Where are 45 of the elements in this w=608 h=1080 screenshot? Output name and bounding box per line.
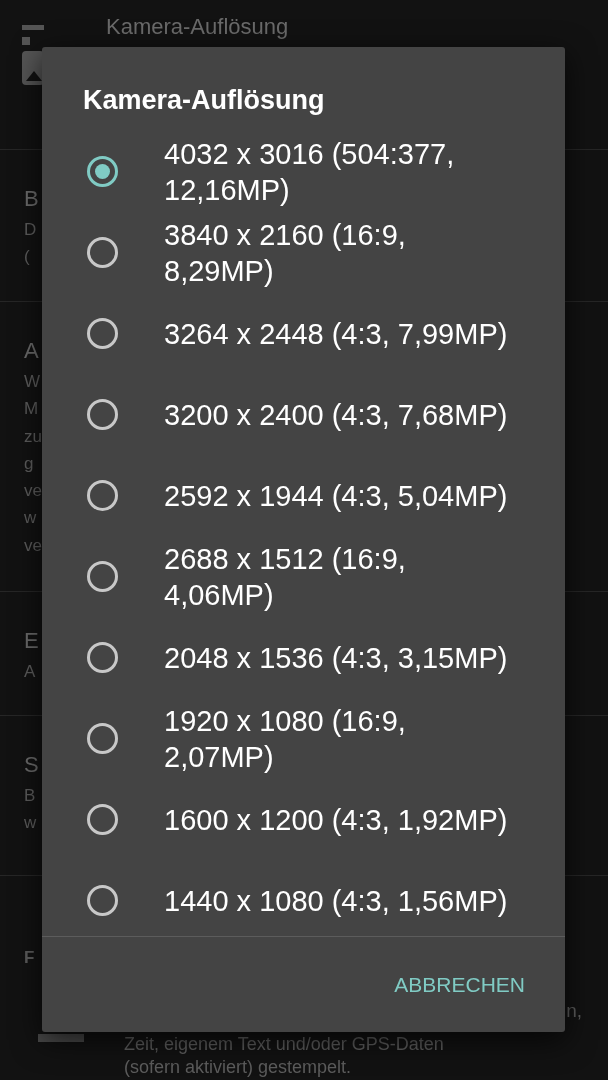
- radio-button[interactable]: [87, 480, 118, 511]
- setting-description: w: [24, 507, 37, 530]
- resolution-option[interactable]: 3200 x 2400 (4:3, 7,68MP): [164, 396, 516, 433]
- resolution-option[interactable]: 4032 x 3016 (504:377, 12,16MP): [164, 135, 516, 208]
- setting-title: Kamera-Auflösung: [106, 14, 289, 40]
- setting-description: ve: [24, 480, 42, 503]
- setting-description: D: [24, 219, 37, 241]
- resolution-option[interactable]: 3840 x 2160 (16:9, 8,29MP): [164, 216, 516, 289]
- setting-description: ve: [24, 534, 42, 557]
- setting-description: W: [24, 371, 41, 393]
- radio-button[interactable]: [87, 156, 118, 187]
- setting-description: A: [24, 661, 36, 683]
- radio-button[interactable]: [87, 237, 118, 268]
- resolution-option[interactable]: 2592 x 1944 (4:3, 5,04MP): [164, 477, 516, 514]
- setting-description: M: [24, 398, 39, 421]
- setting-icon: [38, 1034, 84, 1042]
- image-icon: [22, 25, 44, 85]
- radio-button[interactable]: [87, 723, 118, 754]
- radio-button[interactable]: [87, 642, 118, 673]
- setting-title: S: [24, 751, 39, 779]
- dialog-title: Kamera-Auflösung: [82, 84, 326, 117]
- radio-button[interactable]: [87, 318, 118, 349]
- resolution-option[interactable]: 1440 x 1080 (4:3, 1,56MP): [164, 882, 516, 919]
- cancel-button[interactable]: ABBRECHEN: [394, 966, 525, 1003]
- resolution-option[interactable]: 2048 x 1536 (4:3, 3,15MP): [164, 639, 516, 676]
- setting-title: A: [24, 337, 39, 365]
- setting-title: B: [24, 185, 39, 213]
- setting-description: B: [24, 785, 36, 807]
- resolution-option[interactable]: 1920 x 1080 (16:9, 2,07MP): [164, 702, 516, 775]
- setting-description: Zeit, eigenem Text und/oder GPS-Daten: [124, 1033, 444, 1056]
- setting-description: w: [24, 812, 37, 835]
- setting-description: g: [24, 452, 34, 475]
- radio-button[interactable]: [87, 399, 118, 430]
- setting-description: (sofern aktiviert) gestempelt.: [124, 1056, 353, 1079]
- section-header: F: [24, 948, 35, 968]
- resolution-option[interactable]: 3264 x 2448 (4:3, 7,99MP): [164, 315, 516, 352]
- radio-button[interactable]: [87, 561, 118, 592]
- resolution-option[interactable]: 2688 x 1512 (16:9, 4,06MP): [164, 540, 516, 613]
- setting-description: n,: [566, 1000, 582, 1022]
- setting-title: E: [24, 627, 39, 655]
- setting-description: (: [24, 246, 30, 269]
- radio-button[interactable]: [87, 885, 118, 916]
- setting-description: zu: [24, 425, 42, 448]
- resolution-option[interactable]: 1600 x 1200 (4:3, 1,92MP): [164, 801, 516, 838]
- radio-button[interactable]: [87, 804, 118, 835]
